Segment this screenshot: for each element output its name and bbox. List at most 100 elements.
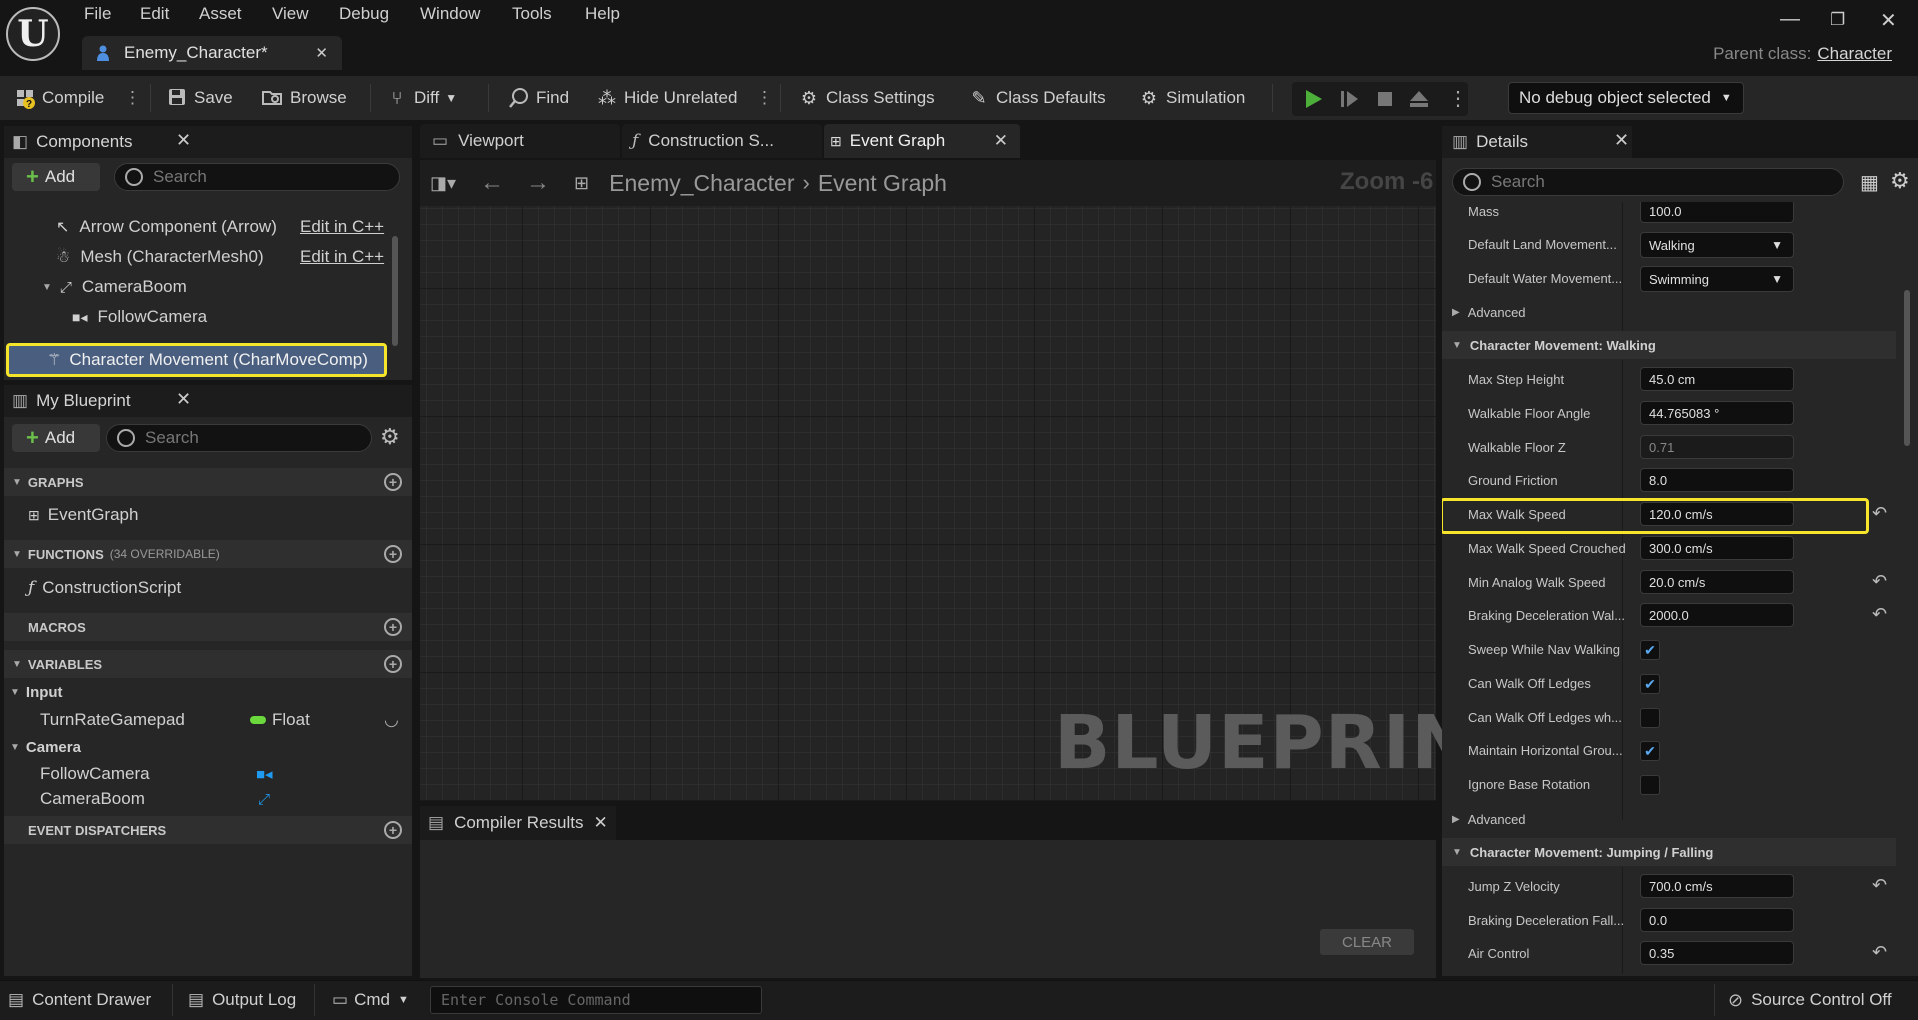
variable-followcamera[interactable]: FollowCamera ■◂ (40, 764, 410, 784)
back-arrow-icon[interactable]: ← (480, 169, 504, 197)
console-command-input[interactable]: Enter Console Command (430, 986, 762, 1014)
my-blueprint-add-button[interactable]: + Add (12, 424, 100, 452)
property-ignore-base-rotation-checkbox[interactable] (1640, 775, 1660, 795)
property-can-walk-off-ledges-crouching-checkbox[interactable] (1640, 708, 1660, 728)
hide-unrelated-button[interactable]: ⁂ Hide Unrelated (596, 76, 737, 120)
menu-debug[interactable]: Debug (339, 4, 389, 24)
tab-compiler-results[interactable]: ▤ Compiler Results ✕ (420, 806, 616, 840)
add-variable-icon[interactable]: + (384, 655, 402, 673)
graph-item-eventgraph[interactable]: ⊞ EventGraph (28, 505, 138, 525)
play-icon[interactable] (1302, 88, 1324, 110)
property-land-movement-select[interactable]: Walking ▼ (1640, 232, 1794, 258)
property-walkable-floor-angle-input[interactable]: 44.765083 ° (1640, 401, 1794, 425)
property-braking-decel-falling-input[interactable]: 0.0 (1640, 908, 1794, 932)
function-item-constructionscript[interactable]: ƒ ConstructionScript (28, 578, 181, 598)
functions-section[interactable]: ▼ FUNCTIONS (34 OVERRIDABLE) + (4, 540, 412, 568)
property-can-walk-off-ledges-checkbox[interactable]: ✔ (1640, 674, 1660, 694)
category-character-movement-jumping[interactable]: ▼ Character Movement: Jumping / Falling (1442, 838, 1896, 866)
details-close-icon[interactable]: ✕ (1614, 130, 1629, 151)
step-icon[interactable] (1338, 88, 1360, 110)
components-scrollbar[interactable] (392, 236, 398, 346)
details-settings-gear-icon[interactable]: ⚙ (1890, 168, 1910, 194)
parent-class-link[interactable]: Character (1817, 44, 1892, 63)
add-graph-icon[interactable]: + (384, 473, 402, 491)
var-category-camera[interactable]: ▼ Camera (10, 739, 81, 756)
clear-button[interactable]: CLEAR (1320, 929, 1414, 955)
simulation-button[interactable]: ⚙ Simulation (1138, 76, 1245, 120)
components-close-icon[interactable]: ✕ (176, 130, 191, 151)
eject-icon[interactable] (1408, 88, 1430, 110)
property-water-movement-select[interactable]: Swimming ▼ (1640, 266, 1794, 292)
bookmark-icon[interactable]: ◨▾ (430, 173, 456, 194)
compiler-close-icon[interactable]: ✕ (594, 813, 608, 833)
diff-button[interactable]: ⑂ Diff ▼ (386, 76, 458, 120)
category-character-movement-walking[interactable]: ▼ Character Movement: Walking (1442, 331, 1896, 359)
property-braking-decel-walking-input[interactable]: 2000.0 (1640, 603, 1794, 627)
property-jump-z-velocity-input[interactable]: 700.0 cm/s (1640, 874, 1794, 898)
menu-window[interactable]: Window (420, 4, 480, 24)
play-options-icon[interactable]: ⋮ (1448, 86, 1468, 111)
component-mesh[interactable]: ☃ Mesh (CharacterMesh0) Edit in C++ (56, 244, 396, 270)
property-max-walk-speed-input[interactable]: 120.0 cm/s (1640, 502, 1794, 526)
eye-closed-icon[interactable]: ◡ (384, 710, 399, 730)
document-tab-close-icon[interactable]: ✕ (315, 44, 328, 62)
reset-to-default-icon[interactable]: ↶ (1872, 942, 1887, 963)
class-settings-button[interactable]: ⚙ Class Settings (798, 76, 935, 120)
var-category-input[interactable]: ▼ Input (10, 684, 63, 701)
menu-file[interactable]: File (84, 4, 111, 24)
menu-asset[interactable]: Asset (199, 4, 242, 24)
compile-options-icon[interactable]: ⋮ (124, 76, 141, 120)
menu-edit[interactable]: Edit (140, 4, 169, 24)
property-maintain-horizontal-ground-checkbox[interactable]: ✔ (1640, 741, 1660, 761)
property-air-control-input[interactable]: 0.35 (1640, 941, 1794, 965)
tab-event-graph[interactable]: ⊞ Event Graph ✕ (824, 124, 1020, 158)
menu-help[interactable]: Help (585, 4, 620, 24)
edit-in-cpp-link[interactable]: Edit in C++ (300, 217, 384, 237)
browse-button[interactable]: Browse (262, 76, 347, 120)
event-dispatchers-section[interactable]: EVENT DISPATCHERS + (4, 816, 412, 844)
debug-object-select[interactable]: No debug object selected ▼ (1508, 82, 1744, 114)
stop-icon[interactable] (1374, 88, 1396, 110)
property-sweep-nav-walking-checkbox[interactable]: ✔ (1640, 640, 1660, 660)
tab-construction-script[interactable]: ƒ Construction S... (622, 124, 822, 158)
components-search-input[interactable]: Search (114, 163, 400, 191)
compile-button[interactable]: ? Compile (14, 76, 104, 120)
document-tab[interactable]: Enemy_Character* ✕ (82, 36, 342, 70)
cmd-dropdown[interactable]: ▭ Cmd ▼ (332, 980, 409, 1020)
tab-close-icon[interactable]: ✕ (994, 131, 1008, 151)
reset-to-default-icon[interactable]: ↶ (1872, 503, 1887, 524)
tab-viewport[interactable]: ▭ Viewport (420, 124, 620, 158)
component-followcamera[interactable]: ■◂ FollowCamera (72, 304, 372, 330)
property-min-analog-walk-speed-input[interactable]: 20.0 cm/s (1640, 570, 1794, 594)
macros-section[interactable]: MACROS + (4, 613, 412, 641)
property-mass-input[interactable]: 100.0 (1640, 202, 1794, 223)
window-close-icon[interactable]: ✕ (1880, 8, 1897, 33)
component-cameraboom[interactable]: ▼ ⤢ CameraBoom (42, 274, 382, 300)
forward-arrow-icon[interactable]: → (526, 169, 550, 197)
source-control-button[interactable]: ⊘ Source Control Off (1728, 980, 1892, 1020)
breadcrumb-leaf[interactable]: Event Graph (818, 170, 947, 197)
class-defaults-button[interactable]: ✎ Class Defaults (968, 76, 1105, 120)
property-ground-friction-input[interactable]: 8.0 (1640, 468, 1794, 492)
breadcrumb-root[interactable]: Enemy_Character (609, 170, 794, 197)
find-button[interactable]: Find (508, 76, 569, 120)
table-view-icon[interactable]: ▦ (1860, 170, 1879, 195)
save-button[interactable]: Save (166, 76, 233, 120)
my-blueprint-close-icon[interactable]: ✕ (176, 389, 191, 410)
variable-turnrategamepad[interactable]: TurnRateGamepad Float ◡ (40, 710, 410, 730)
variable-cameraboom[interactable]: CameraBoom ⤢ (40, 789, 410, 809)
advanced-expander[interactable]: ▶ Advanced (1442, 805, 1896, 833)
reset-to-default-icon[interactable]: ↶ (1872, 875, 1887, 896)
expand-triangle-icon[interactable]: ▼ (42, 282, 52, 293)
variables-section[interactable]: ▼ VARIABLES + (4, 650, 412, 678)
output-log-button[interactable]: ▤ Output Log (188, 980, 296, 1020)
advanced-expander[interactable]: ▶ Advanced (1442, 298, 1896, 326)
property-max-walk-speed-crouched-input[interactable]: 300.0 cm/s (1640, 536, 1794, 560)
unreal-logo-icon[interactable]: U (6, 7, 60, 61)
menu-view[interactable]: View (272, 4, 309, 24)
details-search-input[interactable]: Search (1452, 168, 1844, 196)
components-add-button[interactable]: + Add (12, 163, 100, 191)
my-blueprint-search-input[interactable]: Search (106, 424, 372, 452)
component-arrow[interactable]: ↖ Arrow Component (Arrow) Edit in C++ (56, 214, 396, 240)
graphs-section[interactable]: ▼ GRAPHS + (4, 468, 412, 496)
